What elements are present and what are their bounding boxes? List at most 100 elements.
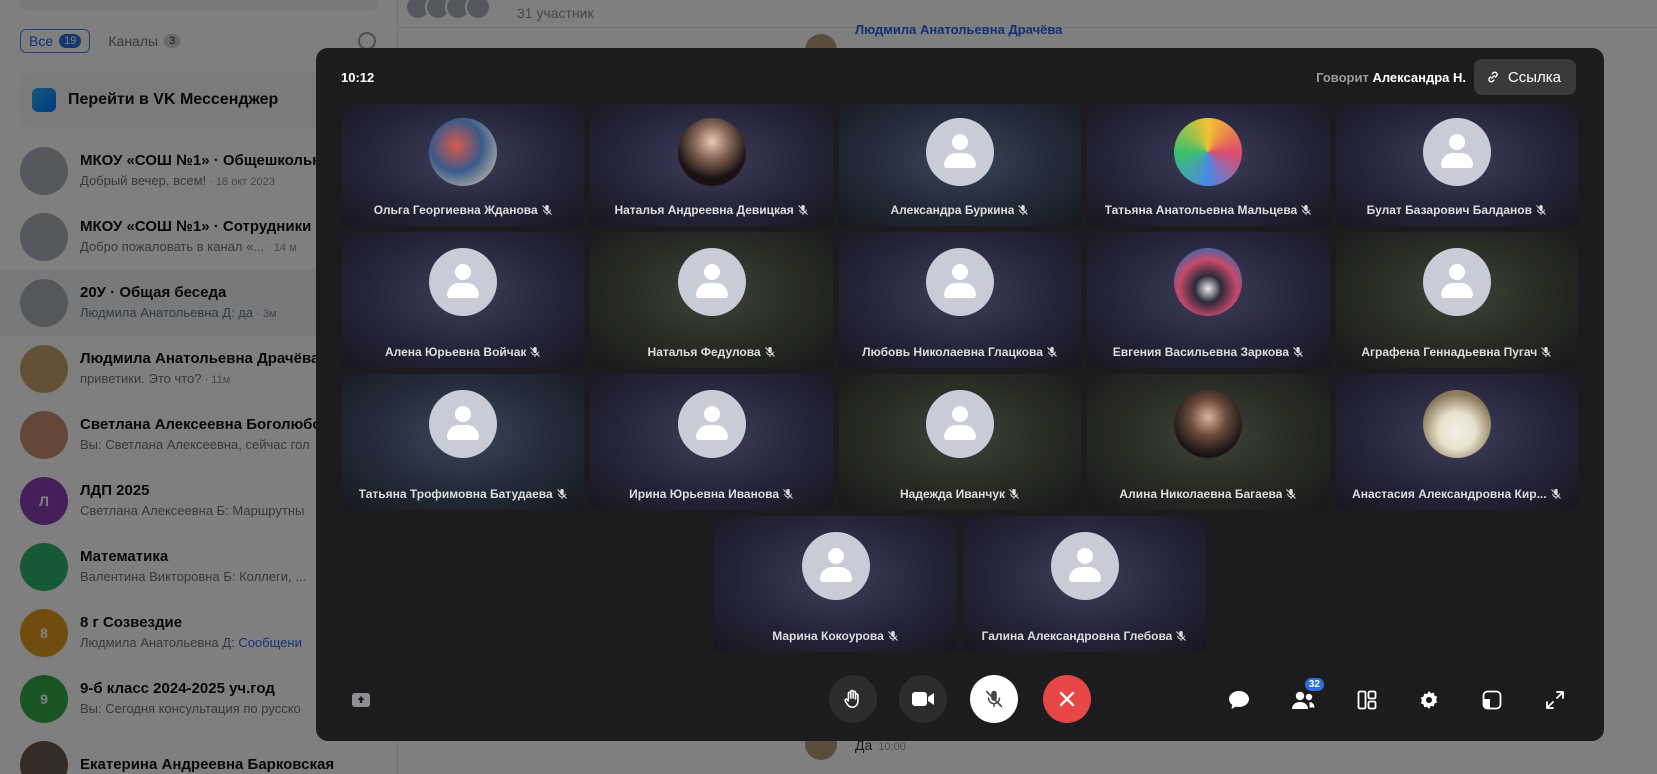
- call-duration: 10:12: [341, 70, 375, 85]
- call-link-button[interactable]: Ссылка: [1473, 59, 1576, 95]
- picture-in-picture-icon[interactable]: [1479, 687, 1505, 713]
- participants-button[interactable]: 32: [1290, 678, 1324, 713]
- participant-tile[interactable]: Татьяна Трофимовна Батудаева: [341, 374, 585, 510]
- participants-grid: Ольга Георгиевна Жданова Наталья Андреевн…: [341, 104, 1579, 658]
- participant-label: Марина Кокоурова: [714, 629, 957, 643]
- participant-tile[interactable]: Евгения Васильевна Заркова: [1087, 232, 1330, 368]
- default-avatar-icon: [801, 532, 870, 600]
- participant-name: Галина Александровна Глебова: [981, 629, 1173, 643]
- participant-tile[interactable]: Любовь Николаевна Глацкова: [838, 232, 1082, 368]
- muted-microphone-icon: [887, 631, 898, 641]
- fullscreen-icon[interactable]: [1542, 687, 1568, 713]
- participant-label: Татьяна Анатольевна Мальцева: [1087, 203, 1329, 217]
- hand-icon: [844, 689, 859, 709]
- muted-microphone-icon: [1009, 489, 1019, 499]
- muted-microphone-icon: [797, 205, 808, 215]
- video-call-window: 10:12 Говорит Александра Н. Ссылка Ольга…: [316, 48, 1604, 741]
- default-avatar-icon: [429, 248, 498, 316]
- participant-tile[interactable]: Татьяна Анатольевна Мальцева: [1087, 104, 1330, 226]
- participants-row: Марина Кокоурова Галина Александровна Гле…: [342, 516, 1578, 652]
- participant-tile[interactable]: Алина Николаевна Багаева: [1087, 374, 1330, 510]
- muted-microphone-icon: [1541, 347, 1552, 357]
- muted-microphone-icon: [1536, 205, 1546, 215]
- default-avatar-icon: [926, 390, 994, 458]
- end-call-button[interactable]: [1043, 675, 1091, 723]
- participant-label: Евгения Васильевна Заркова: [1087, 345, 1329, 359]
- participant-label: Надежда Иванчук: [839, 487, 1081, 501]
- participant-photo: [1174, 118, 1243, 186]
- participant-name: Ирина Юрьевна Иванова: [629, 487, 780, 501]
- people-icon: [1292, 691, 1315, 709]
- participant-label: Булат Базарович Балданов: [1336, 203, 1578, 217]
- muted-microphone-icon: [1286, 489, 1297, 499]
- settings-gear-icon[interactable]: [1416, 687, 1442, 713]
- participant-label: Ольга Георгиевна Жданова: [342, 203, 584, 217]
- muted-microphone-icon: [783, 489, 793, 499]
- muted-microphone-icon: [1293, 347, 1303, 357]
- participant-tile[interactable]: Марина Кокоурова: [714, 516, 957, 652]
- participant-tile[interactable]: Галина Александровна Глебова: [963, 516, 1206, 652]
- participant-tile[interactable]: Наталья Андреевна Девицкая: [590, 104, 833, 226]
- participant-label: Аграфена Геннадьевна Пугач: [1336, 345, 1578, 359]
- screen-share-icon[interactable]: [348, 687, 374, 713]
- call-controls: 32: [316, 675, 1604, 725]
- muted-microphone-icon: [541, 205, 552, 215]
- microphone-button[interactable]: [970, 675, 1018, 723]
- participant-tile[interactable]: Аграфена Геннадьевна Пугач: [1335, 232, 1579, 368]
- camera-button[interactable]: [899, 675, 947, 723]
- participant-tile[interactable]: Надежда Иванчук: [838, 374, 1082, 510]
- muted-microphone-icon: [1047, 347, 1057, 357]
- muted-microphone-icon: [1018, 205, 1029, 215]
- participant-name: Татьяна Анатольевна Мальцева: [1104, 203, 1298, 217]
- participants-row: Татьяна Трофимовна Батудаева Ирина Юрьевн…: [341, 374, 1579, 510]
- default-avatar-icon: [677, 390, 746, 458]
- participant-label: Любовь Николаевна Глацкова: [839, 345, 1081, 359]
- participant-tile[interactable]: Алена Юрьевна Войчак: [341, 232, 585, 368]
- participant-name: Ольга Георгиевна Жданова: [373, 203, 538, 217]
- default-avatar-icon: [677, 248, 746, 316]
- participant-name: Аграфена Геннадьевна Пугач: [1361, 345, 1538, 359]
- link-label: Ссылка: [1507, 68, 1561, 86]
- default-avatar-icon: [926, 248, 994, 316]
- default-avatar-icon: [1422, 118, 1491, 186]
- participant-tile[interactable]: Наталья Федулова: [590, 232, 833, 368]
- participant-photo: [1422, 390, 1491, 458]
- chat-icon[interactable]: [1226, 687, 1252, 713]
- speaker-label: Говорит: [1316, 70, 1369, 85]
- muted-microphone-icon: [1301, 205, 1312, 215]
- participant-name: Наталья Андреевна Девицкая: [614, 203, 794, 217]
- default-avatar-icon: [429, 390, 498, 458]
- layout-grid-icon[interactable]: [1354, 687, 1380, 713]
- participant-tile[interactable]: Анастасия Александровна Кир...: [1335, 374, 1579, 510]
- video-camera-icon: [912, 692, 934, 706]
- participant-label: Наталья Федулова: [590, 345, 832, 359]
- speaker-name: Александра Н.: [1372, 70, 1466, 85]
- participant-label: Алина Николаевна Багаева: [1087, 487, 1329, 501]
- link-icon: [1488, 71, 1498, 83]
- participant-label: Ирина Юрьевна Иванова: [590, 487, 832, 501]
- raise-hand-button[interactable]: [829, 675, 877, 723]
- participant-name: Алина Николаевна Багаева: [1119, 487, 1283, 501]
- participant-photo: [429, 118, 498, 186]
- default-avatar-icon: [926, 118, 994, 186]
- participant-name: Евгения Васильевна Заркова: [1112, 345, 1290, 359]
- participant-name: Надежда Иванчук: [899, 487, 1006, 501]
- participant-name: Булат Базарович Балданов: [1366, 203, 1532, 217]
- participant-name: Александра Буркина: [890, 203, 1015, 217]
- active-speaker: Говорит Александра Н.: [1316, 70, 1466, 85]
- participant-tile[interactable]: Ольга Георгиевна Жданова: [341, 104, 585, 226]
- participant-label: Наталья Андреевна Девицкая: [590, 203, 832, 217]
- participant-photo: [677, 118, 746, 186]
- participant-label: Алена Юрьевна Войчак: [342, 345, 584, 359]
- participant-name: Анастасия Александровна Кир...: [1352, 487, 1547, 501]
- participants-row: Алена Юрьевна Войчак Наталья Федулова Любо…: [341, 232, 1579, 368]
- participant-tile[interactable]: Александра Буркина: [838, 104, 1082, 226]
- muted-microphone-icon: [1176, 631, 1187, 641]
- participant-tile[interactable]: Ирина Юрьевна Иванова: [590, 374, 833, 510]
- participant-tile[interactable]: Булат Базарович Балданов: [1335, 104, 1579, 226]
- participant-label: Александра Буркина: [839, 203, 1081, 217]
- participant-photo: [1174, 390, 1243, 458]
- muted-microphone-icon: [530, 347, 541, 357]
- muted-microphone-icon: [556, 489, 567, 499]
- close-icon: [1059, 691, 1075, 707]
